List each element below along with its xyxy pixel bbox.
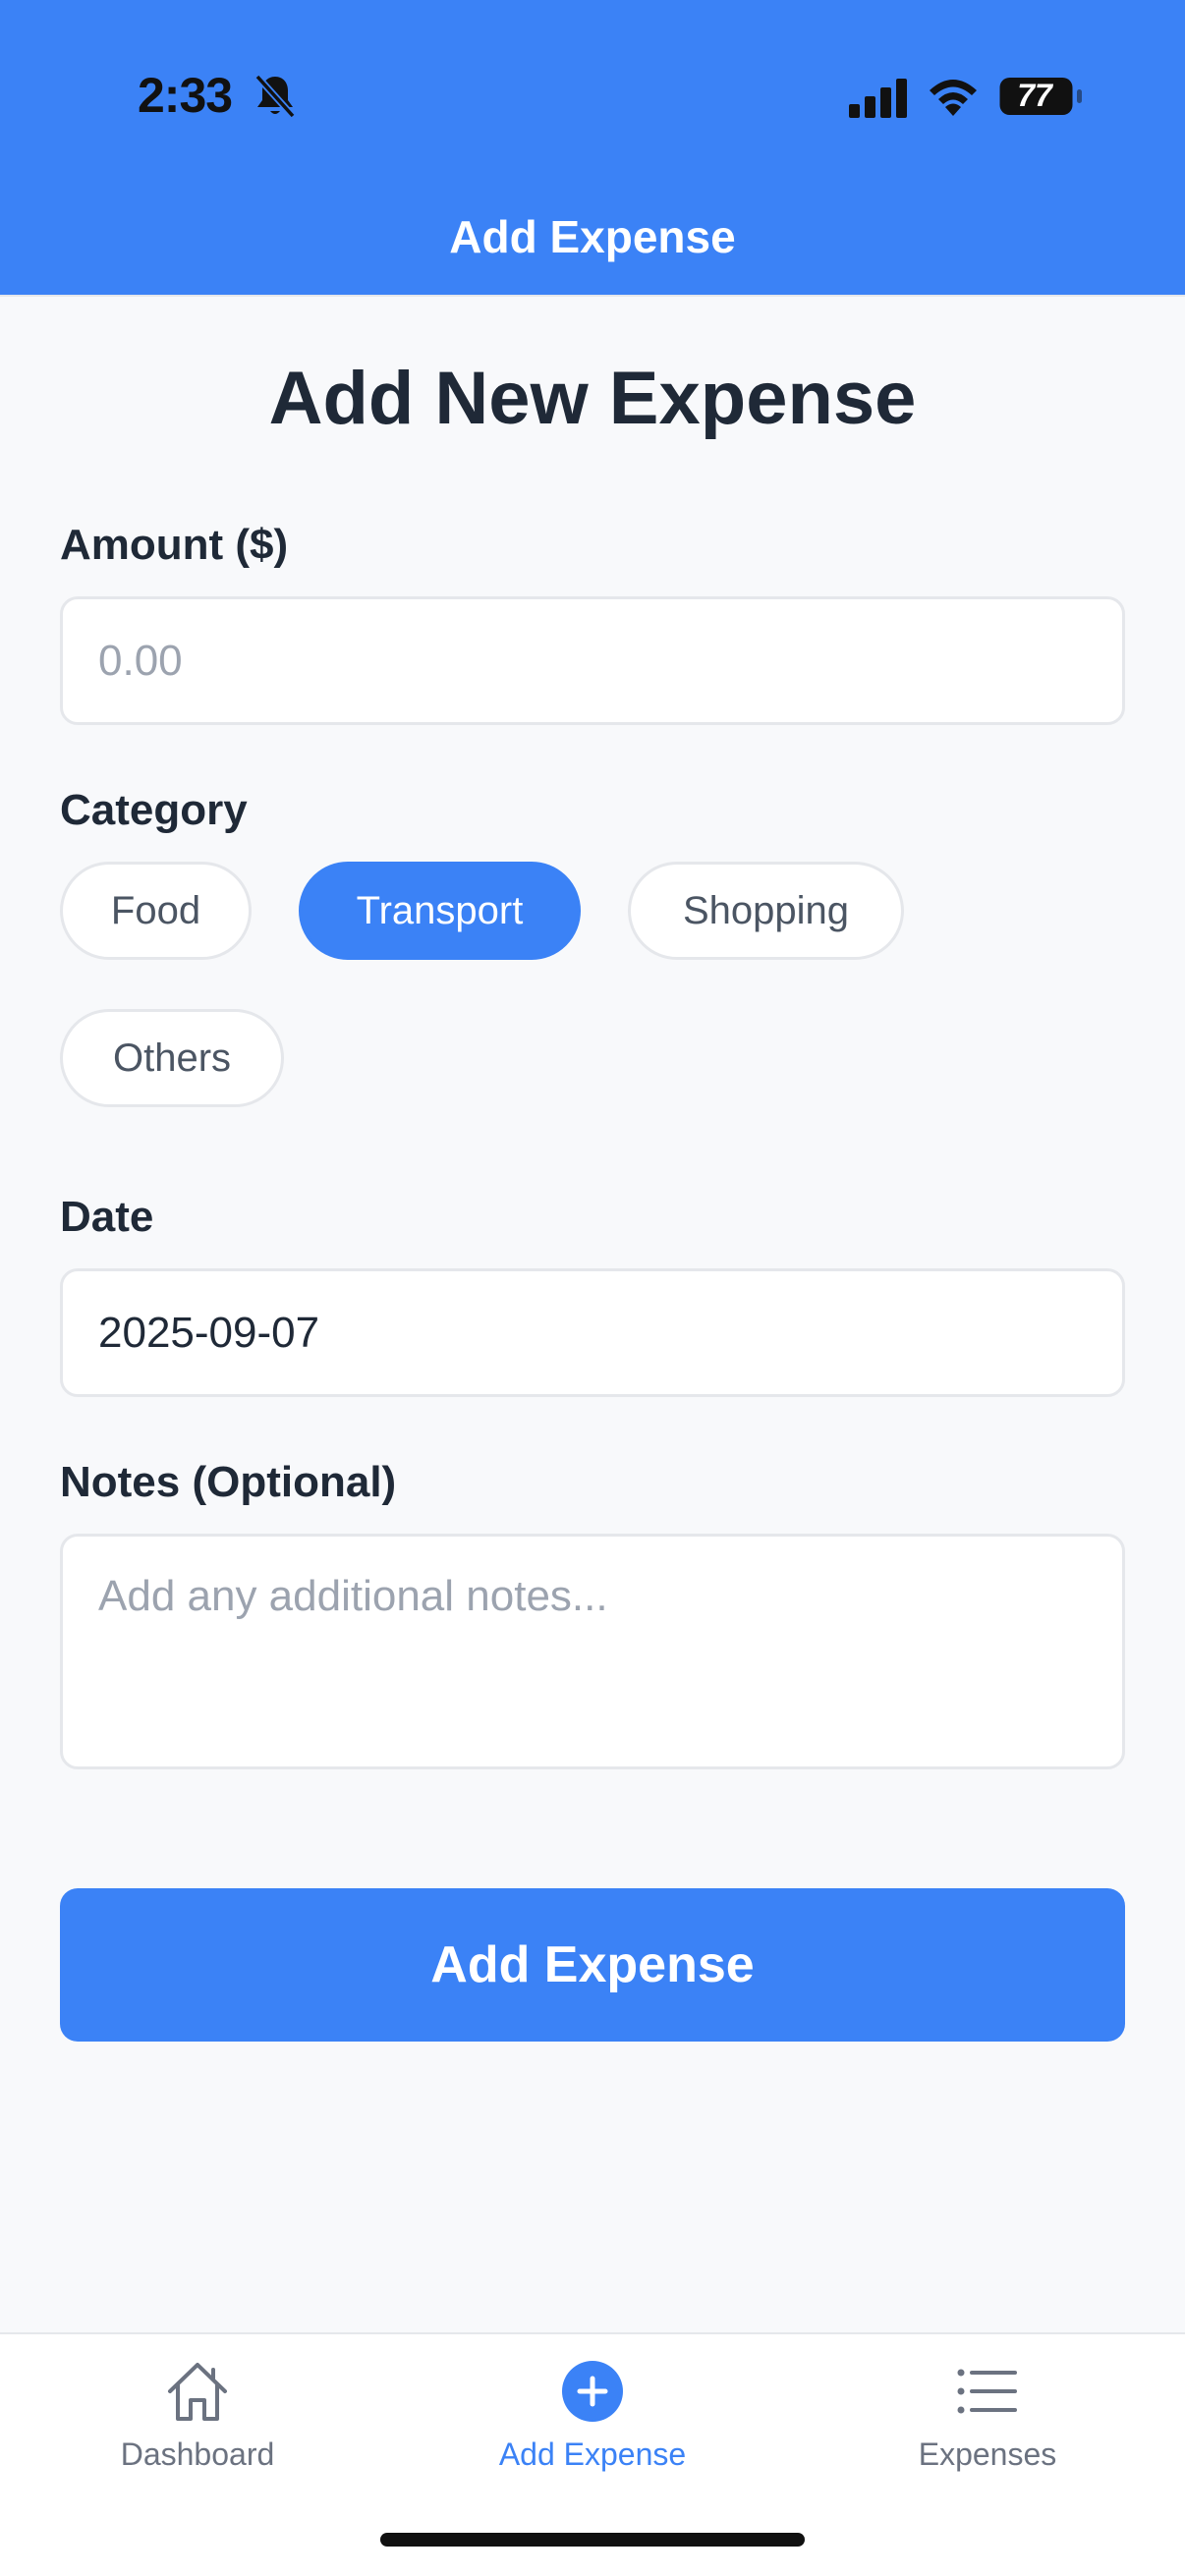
tab-label-add-expense: Add Expense bbox=[498, 2436, 687, 2472]
amount-label: Amount ($) bbox=[60, 521, 289, 569]
category-chip-food[interactable]: Food bbox=[60, 862, 252, 960]
amount-input[interactable] bbox=[60, 596, 1125, 725]
date-label: Date bbox=[60, 1193, 154, 1241]
tab-expenses[interactable]: Expenses bbox=[790, 2334, 1185, 2531]
battery-level: 77 bbox=[1017, 78, 1052, 113]
category-label: Category bbox=[60, 786, 248, 834]
header-title: Add Expense bbox=[449, 211, 736, 262]
home-indicator bbox=[380, 2533, 805, 2547]
list-icon bbox=[957, 2369, 1017, 2414]
wifi-icon bbox=[930, 80, 977, 116]
add-circle-icon bbox=[562, 2361, 623, 2422]
status-time: 2:33 bbox=[138, 68, 233, 123]
category-chip-others[interactable]: Others bbox=[60, 1009, 284, 1107]
notes-textarea[interactable] bbox=[60, 1534, 1125, 1769]
tab-label-dashboard: Dashboard bbox=[120, 2436, 275, 2472]
category-chip-shopping[interactable]: Shopping bbox=[628, 862, 904, 960]
date-input[interactable] bbox=[60, 1268, 1125, 1397]
home-icon bbox=[168, 2363, 227, 2421]
notes-label: Notes (Optional) bbox=[60, 1458, 397, 1506]
tab-add-expense[interactable]: Add Expense bbox=[395, 2334, 790, 2531]
category-chip-transport[interactable]: Transport bbox=[299, 862, 581, 960]
add-expense-button[interactable]: Add Expense bbox=[60, 1888, 1125, 2042]
page-title: Add New Expense bbox=[268, 357, 917, 440]
tab-dashboard[interactable]: Dashboard bbox=[0, 2334, 395, 2531]
app-header: 2:33 77 Add Expense bbox=[0, 0, 1185, 297]
cellular-signal-icon bbox=[849, 79, 907, 118]
bell-slash-icon bbox=[254, 74, 296, 119]
tab-label-expenses: Expenses bbox=[918, 2436, 1057, 2472]
